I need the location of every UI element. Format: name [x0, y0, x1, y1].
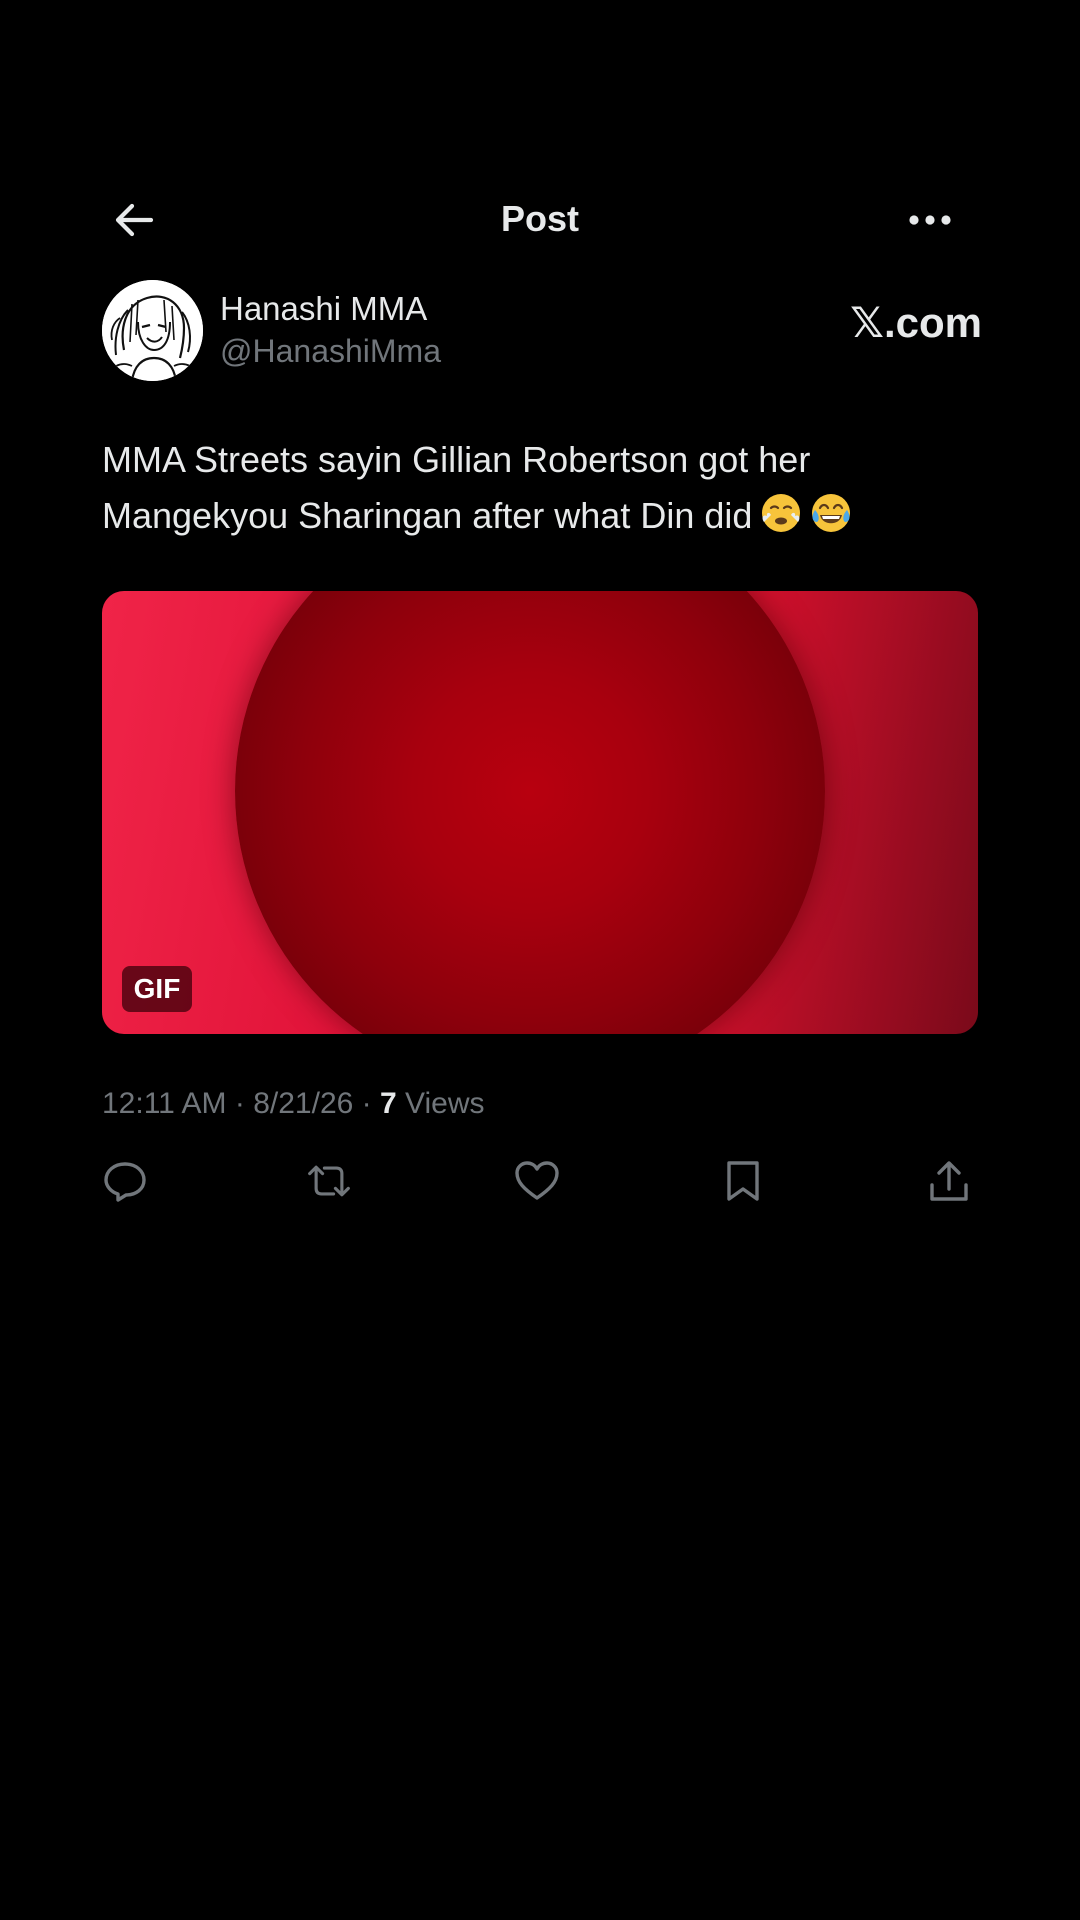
reply-button[interactable] [102, 1158, 148, 1204]
face-with-steam-icon [762, 494, 801, 532]
more-options-button[interactable] [900, 194, 960, 246]
sketch-avatar [102, 280, 203, 381]
action-bar [102, 1158, 972, 1204]
views-count[interactable]: 7 [380, 1087, 397, 1120]
post-time[interactable]: 12:11 AM [102, 1087, 227, 1120]
media-gif[interactable]: GIF [102, 591, 978, 1034]
more-horizontal-icon [909, 215, 951, 225]
repost-button[interactable] [306, 1158, 352, 1204]
post-text-body: MMA Streets sayin Gillian Robertson got … [102, 439, 811, 536]
post-meta: 12:11 AM · 8/21/26 · 7 Views [102, 1087, 485, 1121]
share-button[interactable] [926, 1158, 972, 1204]
reply-icon [104, 1162, 146, 1202]
heart-icon [515, 1161, 559, 1200]
repost-icon [308, 1165, 350, 1197]
avatar[interactable] [102, 280, 203, 381]
post-date[interactable]: 8/21/26 [253, 1087, 353, 1120]
bookmark-button[interactable] [720, 1158, 766, 1204]
share-icon [930, 1161, 968, 1201]
x-watermark: 𝕏.com [850, 299, 982, 346]
meta-separator: · [234, 1087, 245, 1120]
meta-separator: · [361, 1087, 372, 1120]
post-text: MMA Streets sayin Gillian Robertson got … [102, 432, 972, 544]
views-label[interactable]: Views [405, 1087, 484, 1120]
author-display-name[interactable]: Hanashi MMA [220, 290, 427, 328]
tears-of-joy-icon [812, 494, 851, 532]
top-bar: Post [0, 180, 1080, 260]
post-author: Hanashi MMA @HanashiMma 𝕏.com [102, 280, 982, 382]
like-button[interactable] [514, 1158, 560, 1204]
author-handle[interactable]: @HanashiMma [220, 333, 441, 370]
bookmark-icon [727, 1161, 759, 1201]
gif-badge: GIF [122, 966, 192, 1012]
gif-frame-circle [235, 591, 825, 1034]
